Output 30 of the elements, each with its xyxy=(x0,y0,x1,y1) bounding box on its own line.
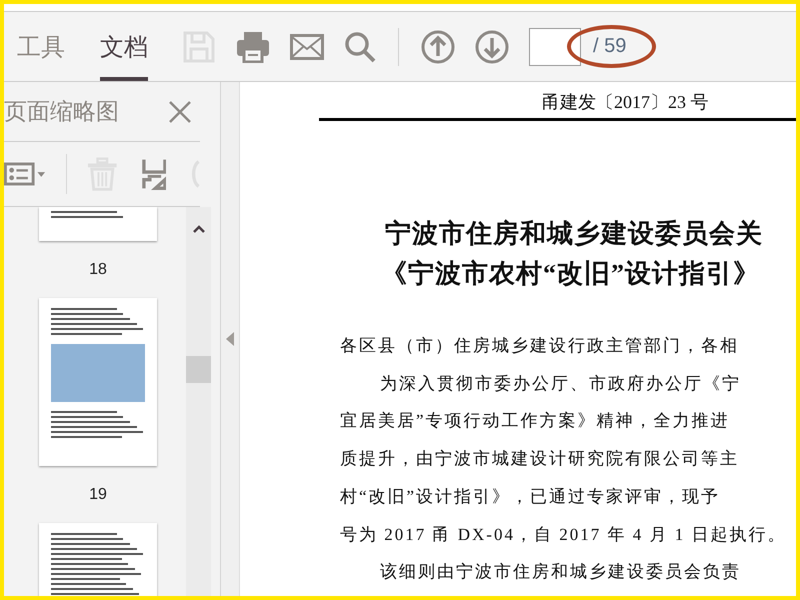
extract-page-icon[interactable] xyxy=(142,158,166,190)
page-thumbnail[interactable] xyxy=(39,207,157,241)
paragraph-line: 村“改旧”设计指引》，已通过专家评审，现予 xyxy=(340,486,720,508)
page-total: / 59 xyxy=(593,35,626,57)
page-number-field[interactable] xyxy=(529,28,581,66)
page-thumbnail[interactable] xyxy=(39,298,157,466)
search-icon[interactable] xyxy=(344,30,376,62)
panel-title: 页面缩略图 xyxy=(4,97,119,126)
document-title: 《宁波市农村“改旧”设计指引》 xyxy=(381,258,760,290)
paragraph-line: 为深入贯彻市委办公厅、市政府办公厅《宁 xyxy=(380,372,741,395)
paragraph-line: 号为 2017 甬 DX-04，自 2017 年 4 月 1 日起执行。 xyxy=(340,524,786,546)
arrow-down-circle-icon[interactable] xyxy=(475,30,509,64)
mail-icon[interactable] xyxy=(290,34,324,60)
list-options-icon[interactable] xyxy=(4,161,46,187)
document-title: 宁波市住房和城乡建设委员会关 xyxy=(385,218,763,250)
paragraph-line: 该细则由宁波市住房和城乡建设委员会负责 xyxy=(380,561,741,584)
caret-up-icon[interactable] xyxy=(193,225,205,233)
scrollbar[interactable] xyxy=(186,207,211,596)
collapse-panel-icon[interactable] xyxy=(226,332,234,346)
close-icon[interactable] xyxy=(168,100,192,124)
document-number: 甬建发〔2017〕23 号 xyxy=(542,91,708,114)
page-number: 19 xyxy=(89,484,107,504)
page-number: 18 xyxy=(89,260,107,280)
page-thumbnail[interactable] xyxy=(39,523,157,596)
scrollbar-thumb[interactable] xyxy=(186,356,211,383)
paragraph-line: 各区县（市）住房城乡建设行政主管部门，各相 xyxy=(340,335,739,357)
print-icon[interactable] xyxy=(236,30,270,62)
paragraph-line: 质提升，由宁波市城建设计研究院有限公司等主 xyxy=(340,448,739,470)
arrow-up-circle-icon[interactable] xyxy=(421,30,455,64)
paragraph-line: 宜居美居”专项行动工作方案》精神，全力推进 xyxy=(340,410,730,432)
